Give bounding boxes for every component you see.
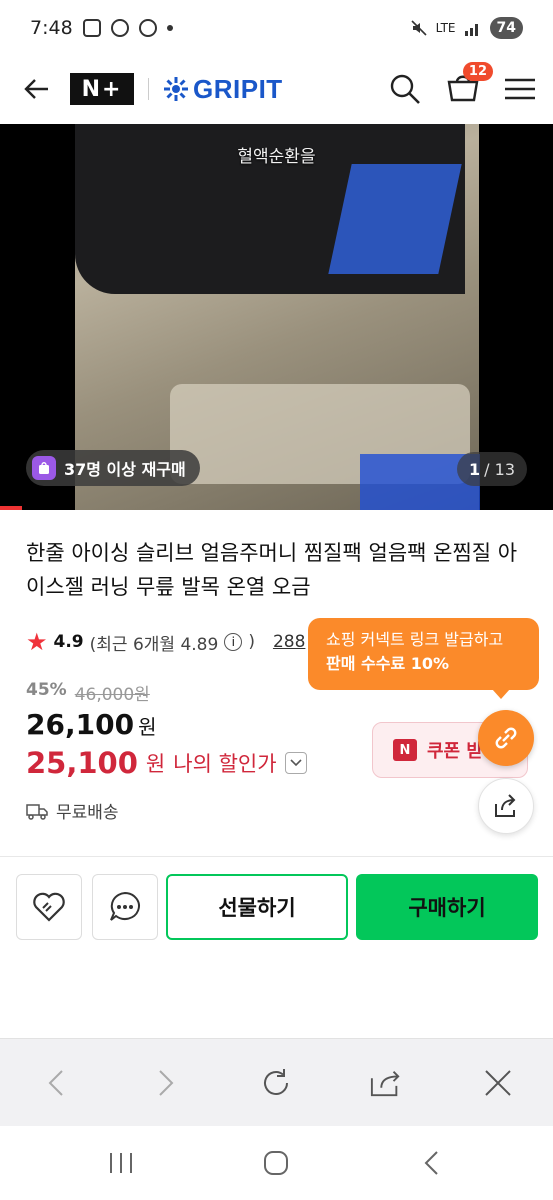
share-button[interactable] [478, 778, 534, 834]
status-bar: 7:48 LTE 74 [0, 0, 553, 56]
naver-n-icon: N [393, 739, 417, 761]
battery-level: 74 [489, 17, 523, 39]
browser-toolbar [0, 1038, 553, 1126]
system-navigation-bar [0, 1126, 553, 1200]
heart-icon [33, 892, 65, 922]
mute-icon [410, 20, 427, 36]
star-icon: ★ [26, 628, 48, 656]
my-discount-price: 25,100 원 나의 할인가 [26, 746, 307, 780]
rating-recent-close: ) [248, 632, 255, 652]
tooltip-line2: 판매 수수료 10% [326, 654, 450, 673]
notification-m-icon [82, 19, 101, 37]
review-count-link[interactable]: 288 [273, 632, 305, 652]
menu-icon[interactable] [505, 77, 535, 101]
chevron-left-icon [48, 1070, 63, 1096]
product-title: 한줄 아이싱 슬리브 얼음주머니 찜질팩 얼음팩 온찜질 아이스젤 러닝 무릎 … [26, 541, 518, 599]
buy-button[interactable]: 구매하기 [356, 874, 538, 940]
wishlist-button[interactable] [16, 874, 82, 940]
cart-count-badge: 12 [462, 62, 493, 81]
recent-apps-button[interactable] [106, 1148, 136, 1178]
my-price-unit: 원 [145, 752, 166, 776]
browser-close-button[interactable] [482, 1067, 514, 1099]
rebuy-label: 37명 이상 재구매 [64, 460, 186, 479]
my-price-label: 나의 할인가 [173, 752, 277, 776]
brand-logo[interactable]: GRIPIT [163, 74, 283, 105]
chevron-left-icon [424, 1151, 438, 1175]
signal-icon [464, 24, 478, 36]
rating-value: 4.9 [53, 632, 84, 652]
browser-share-button[interactable] [370, 1067, 402, 1099]
discount-row: 45% 46,000원 [26, 680, 150, 705]
media-page-total: / 13 [484, 459, 515, 479]
shopping-connect-tooltip[interactable]: 쇼핑 커넥트 링크 발급하고 판매 수수료 10% [308, 618, 539, 699]
talk-talk-button[interactable] [92, 874, 158, 940]
media-page-current: 1 [469, 459, 481, 479]
sale-price-value: 26,100 [26, 708, 135, 741]
chevron-right-icon [159, 1070, 174, 1096]
rating-row: ★ 4.9 (최근 6개월 4.89 i ) 288 [26, 628, 305, 656]
browser-refresh-button[interactable] [260, 1067, 292, 1099]
truck-icon [26, 803, 48, 820]
video-caption: 혈액순환을 [237, 147, 316, 167]
talk-icon [110, 19, 129, 37]
original-price: 46,000원 [74, 685, 150, 705]
network-label: LTE [435, 21, 456, 35]
home-button[interactable] [261, 1148, 291, 1178]
back-button[interactable] [18, 71, 54, 107]
shopping-bag-icon [32, 456, 56, 480]
share-out-icon [370, 1071, 400, 1097]
cart-button[interactable]: 12 [447, 62, 493, 106]
arrow-left-icon [24, 79, 48, 99]
naver-plus-badge[interactable]: N+ [70, 73, 134, 105]
browser-back-button[interactable] [40, 1067, 72, 1099]
browser-forward-button[interactable] [150, 1067, 182, 1099]
section-divider [0, 856, 553, 857]
alarm-icon [138, 19, 157, 37]
link-issue-button[interactable] [478, 710, 534, 766]
product-media-viewer[interactable]: 혈액순환을 37명 이상 재구매 1 / 13 [0, 124, 553, 510]
tooltip-line1: 쇼핑 커넥트 링크 발급하고 [326, 630, 504, 649]
app-header: N+ GRIPIT 12 [0, 56, 553, 122]
discount-rate: 45% [26, 680, 67, 700]
sale-price: 26,100 원 [26, 708, 156, 741]
brand-sunburst-icon [164, 77, 188, 101]
link-icon [495, 727, 517, 749]
header-divider [148, 78, 149, 100]
recent-apps-icon [110, 1153, 132, 1173]
share-icon [495, 794, 516, 817]
system-back-button[interactable] [416, 1148, 446, 1178]
status-time: 7:48 [30, 17, 73, 39]
more-notifications-icon [166, 25, 173, 31]
rating-recent: (최근 6개월 4.89 [89, 634, 219, 655]
info-icon[interactable]: i [224, 633, 243, 651]
shipping-label: 무료배송 [56, 803, 119, 823]
gift-button[interactable]: 선물하기 [166, 874, 348, 940]
home-icon [264, 1151, 288, 1175]
media-progress-bar [0, 506, 22, 510]
my-price-value: 25,100 [26, 746, 138, 780]
media-page-indicator: 1 / 13 [457, 452, 527, 486]
brand-name: GRIPIT [193, 73, 283, 104]
refresh-icon [264, 1069, 288, 1095]
search-icon[interactable] [389, 73, 421, 105]
shipping-info: 무료배송 [26, 798, 119, 823]
rebuy-badge: 37명 이상 재구매 [26, 450, 200, 486]
video-frame-blue-region [328, 164, 462, 274]
purchase-action-bar: 선물하기 구매하기 [0, 874, 553, 942]
sale-price-unit: 원 [138, 715, 157, 739]
close-icon [485, 1070, 511, 1096]
chat-bubble-icon [110, 891, 140, 921]
chevron-down-icon[interactable] [284, 752, 307, 774]
